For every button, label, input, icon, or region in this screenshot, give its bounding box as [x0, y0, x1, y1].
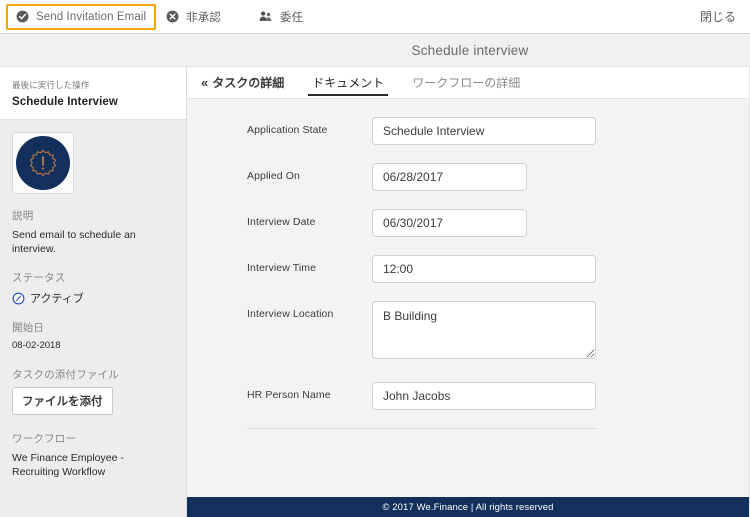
- content-body: 最後に実行した操作 Schedule Interview 説明 Send ema…: [0, 67, 750, 517]
- hr-person-name-label: HR Person Name: [247, 389, 331, 401]
- field-row-application-state: Application State: [187, 117, 749, 145]
- interview-time-control: [372, 255, 596, 283]
- interview-location-control: [372, 301, 596, 364]
- interview-time-label: Interview Time: [247, 262, 317, 274]
- applied-on-input[interactable]: [372, 163, 527, 191]
- clock-circle-icon: [12, 292, 25, 305]
- chevron-left-double-icon: «: [201, 75, 209, 90]
- field-row-interview-time: Interview Time: [187, 255, 749, 283]
- tab-workflow-details[interactable]: ワークフローの詳細: [398, 67, 534, 98]
- start-date-value: 08-02-2018: [12, 340, 61, 352]
- interview-time-input[interactable]: [372, 255, 596, 283]
- footer-copyright: © 2017 We.Finance | All rights reserved: [382, 501, 554, 513]
- avatar: [12, 132, 74, 194]
- task-sidebar: 最後に実行した操作 Schedule Interview 説明 Send ema…: [0, 67, 187, 517]
- status-value: アクティブ: [30, 293, 84, 306]
- send-invitation-email-button[interactable]: Send Invitation Email: [6, 3, 157, 30]
- task-form-window: Send Invitation Email 非承認 委任 閉じる Schedul…: [0, 0, 750, 517]
- field-row-interview-date: Interview Date: [187, 209, 749, 237]
- application-state-label: Application State: [247, 124, 328, 136]
- alert-badge-icon: [28, 148, 58, 178]
- page-title-bar: Schedule interview: [0, 34, 750, 67]
- status-label: ステータス: [12, 272, 66, 285]
- page-footer: © 2017 We.Finance | All rights reserved: [187, 497, 749, 517]
- interview-location-label: Interview Location: [247, 308, 334, 320]
- avatar-circle: [16, 136, 70, 190]
- x-circle-icon: [166, 10, 179, 23]
- hr-person-name-control: [372, 382, 596, 410]
- tab-workflow-details-label: ワークフローの詳細: [412, 76, 521, 90]
- interview-location-textarea[interactable]: [372, 301, 596, 359]
- workflow-value: We Finance Employee - Recruiting Workflo…: [12, 452, 124, 479]
- application-state-input[interactable]: [372, 117, 596, 145]
- status-badge: アクティブ: [12, 290, 174, 306]
- attach-file-button[interactable]: ファイルを添付: [12, 387, 113, 416]
- applied-on-label: Applied On: [247, 170, 300, 182]
- sidebar-header: 最後に実行した操作 Schedule Interview: [0, 67, 186, 120]
- start-date-label: 開始日: [12, 322, 45, 335]
- attachments-label: タスクの添付ファイル: [12, 369, 119, 382]
- description-label: 説明: [12, 210, 34, 222]
- interview-date-label: Interview Date: [247, 216, 316, 228]
- description-value: Send email to schedule an interview.: [12, 229, 136, 256]
- application-state-control: [372, 117, 596, 145]
- last-action-value: Schedule Interview: [12, 96, 118, 108]
- field-row-hr-person-name: HR Person Name: [187, 382, 749, 410]
- users-icon: [259, 10, 273, 23]
- check-circle-icon: [16, 10, 29, 23]
- sidebar-body: 説明 Send email to schedule an interview. …: [0, 120, 186, 517]
- send-invitation-email-label: Send Invitation Email: [36, 10, 147, 23]
- action-toolbar: Send Invitation Email 非承認 委任 閉じる: [0, 0, 750, 34]
- tab-bar: « タスクの詳細 ドキュメント ワークフローの詳細: [187, 67, 749, 99]
- interview-date-input[interactable]: [372, 209, 527, 237]
- main-panel: « タスクの詳細 ドキュメント ワークフローの詳細 Application St…: [187, 67, 750, 517]
- page-title: Schedule interview: [411, 42, 529, 58]
- tab-task-details[interactable]: « タスクの詳細: [195, 67, 298, 98]
- hr-person-name-input[interactable]: [372, 382, 596, 410]
- field-row-interview-location: Interview Location: [187, 301, 749, 364]
- close-button[interactable]: 閉じる: [696, 8, 740, 25]
- form-divider: [247, 428, 597, 429]
- last-action-label: 最後に実行した操作: [12, 80, 90, 90]
- workflow-label: ワークフロー: [12, 433, 77, 446]
- tab-documents[interactable]: ドキュメント: [298, 67, 398, 98]
- delegate-button[interactable]: 委任: [249, 4, 313, 30]
- tab-documents-label: ドキュメント: [312, 76, 385, 90]
- reject-button[interactable]: 非承認: [156, 4, 231, 30]
- applied-on-control: [372, 163, 527, 191]
- field-row-applied-on: Applied On: [187, 163, 749, 191]
- interview-date-control: [372, 209, 527, 237]
- reject-label: 非承認: [186, 11, 221, 24]
- delegate-label: 委任: [279, 11, 304, 24]
- tab-task-details-label: タスクの詳細: [212, 76, 285, 90]
- document-form: Application State Applied On Interview D…: [187, 99, 749, 497]
